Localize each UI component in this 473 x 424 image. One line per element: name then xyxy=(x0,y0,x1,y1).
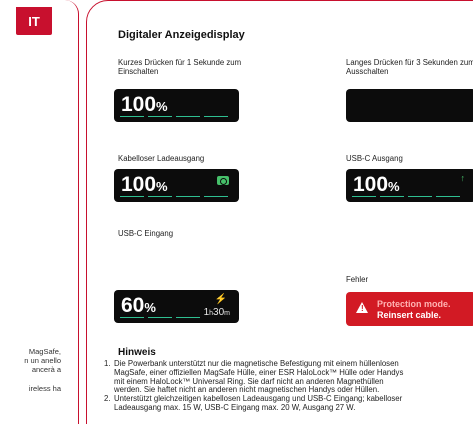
display-usbc-output: 100% ↑ xyxy=(346,169,473,202)
notes-list: 1. Die Powerbank unterstützt nur die mag… xyxy=(104,360,473,413)
caption-wireless-output: Kabelloser Ladeausgang xyxy=(118,154,204,163)
caption-line: Kabelloser Ladeausgang xyxy=(118,154,205,163)
time-minutes-unit: m xyxy=(224,310,230,317)
caption-error: Fehler xyxy=(346,275,368,284)
left-page-text: MagSafe, n un anello ancerà a ireless ha xyxy=(0,347,78,393)
caption-line: Langes Drücken für 3 Sekunden zum xyxy=(346,58,473,67)
level-unit: % xyxy=(156,179,168,194)
left-text-line: MagSafe, xyxy=(28,347,61,356)
arrow-up-icon: ↑ xyxy=(460,173,466,183)
level-segments xyxy=(120,316,200,318)
level-unit: % xyxy=(144,300,156,315)
display-power-on: 100% xyxy=(114,89,239,122)
battery-level: 100% xyxy=(121,174,168,198)
level-value: 100 xyxy=(353,173,389,196)
level-segments xyxy=(352,195,460,197)
display-wireless-output: 100% xyxy=(114,169,239,202)
battery-level: 100% xyxy=(353,174,400,198)
error-line-1: Protection mode. xyxy=(377,299,451,309)
battery-level: 60% xyxy=(121,295,156,319)
warning-mark: ! xyxy=(361,304,364,313)
left-text-line: ireless ha xyxy=(28,384,61,393)
note-item: 1. Die Powerbank unterstützt nur die mag… xyxy=(104,360,473,395)
level-value: 100 xyxy=(121,173,157,196)
left-page-strip: IT MagSafe, n un anello ancerà a ireless… xyxy=(0,0,79,424)
lightning-icon: ⚡ xyxy=(214,294,227,305)
time-minutes: 30 xyxy=(213,307,225,318)
language-tab-it: IT xyxy=(16,7,52,35)
caption-usbc-output: USB-C Ausgang xyxy=(346,154,403,163)
level-segments xyxy=(120,195,228,197)
caption-line: Einschalten xyxy=(118,67,159,77)
left-text-line: ancerà a xyxy=(31,365,61,374)
caption-line: Kurzes Drücken für 1 Sekunde zum xyxy=(118,58,242,67)
caption-power-off: Langes Drücken für 3 Sekunden zum Aussch… xyxy=(346,58,473,76)
battery-level: 100% xyxy=(121,94,168,118)
note-item: 2. Unterstützt gleichzeitigen kabellosen… xyxy=(104,394,473,413)
wireless-charging-icon xyxy=(217,176,229,185)
page-title: Digitaler Anzeigedisplay xyxy=(118,29,245,41)
caption-line: USB-C Ausgang xyxy=(346,154,403,163)
hint-heading: Hinweis xyxy=(118,347,156,358)
level-segments xyxy=(120,115,228,117)
level-value: 60 xyxy=(121,294,145,317)
error-display: ! Protection mode. Reinsert cable. xyxy=(346,292,473,326)
level-value: 100 xyxy=(121,93,157,116)
note-number: 1. xyxy=(104,360,111,368)
caption-usbc-input: USB-C Eingang xyxy=(118,229,173,238)
remaining-time: 1h30m xyxy=(204,307,230,318)
note-body: Die Powerbank unterstützt nur die magnet… xyxy=(114,360,403,395)
caption-line: Fehler xyxy=(346,275,369,284)
level-unit: % xyxy=(388,179,400,194)
level-unit: % xyxy=(156,99,168,114)
note-number: 2. xyxy=(104,394,111,404)
display-usbc-input: 60% ⚡ 1h30m xyxy=(114,290,239,323)
caption-line: USB-C Eingang xyxy=(118,229,174,238)
left-text-line: n un anello xyxy=(24,356,61,365)
error-line-2: Reinsert cable. xyxy=(377,310,442,320)
note-line: Ladeausgang max. 15 W, USB-C Eingang max… xyxy=(114,402,356,412)
caption-line: Ausschalten xyxy=(346,67,389,77)
note-body: Unterstützt gleichzeitigen kabellosen La… xyxy=(114,394,402,413)
display-power-off xyxy=(346,89,473,122)
caption-power-on: Kurzes Drücken für 1 Sekunde zum Einscha… xyxy=(118,58,241,76)
